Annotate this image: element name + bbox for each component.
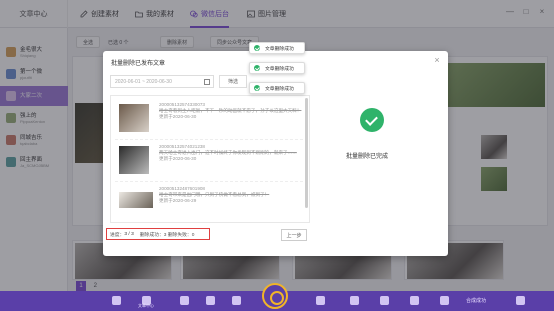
- toast-text: 文章删除成功: [265, 86, 294, 92]
- delete-result: 删除成功：3 删除失败：0: [139, 232, 195, 238]
- list-item[interactable]: 200005132574330073 哈士奇看到主人吃饭，不下一秒的动画就不忍了…: [115, 100, 303, 140]
- toast-notification: 文章删除成功: [249, 82, 305, 94]
- delete-status-bar: 进度： 3 / 3 删除成功：3 删除失败：0: [106, 228, 210, 240]
- toast-notification: 文章删除成功: [249, 62, 305, 74]
- article-thumbnail: [119, 146, 149, 174]
- globe-icon[interactable]: [410, 296, 419, 305]
- gamepad-icon[interactable]: [350, 296, 359, 305]
- filter-button[interactable]: 筛选: [219, 75, 247, 88]
- success-message: 批量删除已完成: [346, 154, 389, 160]
- check-circle-icon: [254, 85, 260, 91]
- pill-icon[interactable]: [440, 296, 449, 305]
- box-icon[interactable]: [232, 296, 241, 305]
- calendar-icon: [204, 79, 210, 85]
- article-thumbnail: [119, 104, 149, 132]
- close-icon[interactable]: ×: [432, 55, 442, 65]
- document-icon[interactable]: [206, 296, 215, 305]
- bottom-dock: 文章中心 合成成功: [0, 283, 554, 311]
- progress-value: 3 / 3: [124, 231, 134, 237]
- scrollbar[interactable]: [305, 98, 308, 208]
- home-icon[interactable]: [112, 296, 121, 305]
- progress-label: 进度：: [110, 232, 125, 238]
- article-date: 更新于2020-06-29: [159, 198, 197, 203]
- toast-notification: 文章删除成功: [249, 42, 305, 54]
- modal-title: 批量删除已发布文章: [111, 61, 166, 67]
- dock-status: 合成成功: [466, 298, 487, 304]
- list-item[interactable]: 200005132487601908 哈士奇带来是出门哦，只到了快做不看总到，被…: [115, 184, 303, 222]
- export-icon[interactable]: [516, 296, 525, 305]
- article-date: 更新于2020-06-30: [159, 156, 197, 161]
- crop-icon[interactable]: [380, 296, 389, 305]
- check-circle-icon: [254, 45, 260, 51]
- list-item[interactable]: 200005132574021238 两天哈士奇进入出门，这不时候终于你发现到不…: [115, 142, 303, 182]
- print-icon[interactable]: [180, 296, 189, 305]
- check-circle-icon: [254, 65, 260, 71]
- article-list: 200005132574330073 哈士奇看到主人吃饭，不下一秒的动画就不忍了…: [110, 95, 310, 223]
- center-logo-icon[interactable]: [262, 283, 288, 309]
- date-range-input[interactable]: 2020-06-01 ~ 2020-06-30: [110, 75, 214, 88]
- date-range-value: 2020-06-01 ~ 2020-06-30: [115, 78, 172, 85]
- article-date: 更新于2020-06-30: [159, 114, 197, 119]
- chat-icon[interactable]: [316, 296, 325, 305]
- toast-text: 文章删除成功: [265, 66, 294, 72]
- previous-step-button[interactable]: 上一步: [281, 229, 307, 241]
- toast-text: 文章删除成功: [265, 46, 294, 52]
- dock-label: 文章中心: [138, 303, 154, 308]
- article-thumbnail: [119, 192, 153, 208]
- success-check-icon: [360, 108, 384, 132]
